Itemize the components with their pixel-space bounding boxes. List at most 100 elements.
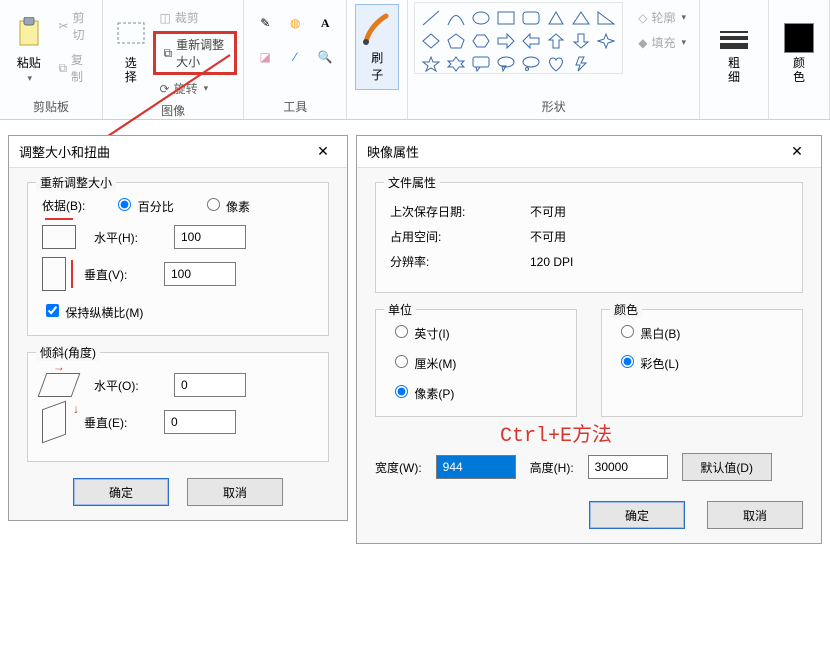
skew-vertical-input[interactable] [164,410,236,434]
percent-radio[interactable]: 百分比 [113,195,173,215]
fill-button[interactable]: ◆填充▾ [631,31,693,54]
cancel-button[interactable]: 取消 [707,501,803,529]
paste-button[interactable]: 粘贴▾ [8,4,49,90]
shape-roundrect[interactable] [519,7,543,29]
skew-vertical-icon [42,401,66,444]
pixels-radio[interactable]: 像素(P) [390,382,562,402]
width-input[interactable] [436,455,516,479]
color-swatch [784,23,814,53]
default-button[interactable]: 默认值(D) [682,453,772,481]
pixels-radio[interactable]: 像素 [202,195,250,215]
skew-horizontal-icon [38,373,81,397]
basis-label: 依据(B): [42,197,85,214]
skew-horizontal-input[interactable] [174,373,246,397]
fill-tool[interactable]: ◍ [284,12,306,34]
thickness-icon [715,27,753,53]
ok-button[interactable]: 确定 [73,478,169,506]
shape-star5[interactable] [419,53,443,74]
file-props-fieldset: 文件属性 上次保存日期:不可用 占用空间:不可用 分辨率:120 DPI [375,182,803,293]
width-label: 宽度(W): [375,459,422,476]
thickness-button[interactable]: 粗 细 [708,4,760,90]
shape-pentagon[interactable] [444,30,468,52]
aspect-checkbox[interactable]: 保持纵横比(M) [42,301,143,321]
chevron-down-icon: ▾ [204,83,209,94]
shape-oval[interactable] [469,7,493,29]
height-label: 高度(H): [530,459,574,476]
copy-button[interactable]: ⧉复制 [51,48,96,88]
shape-star6[interactable] [444,53,468,74]
picker-tool[interactable]: ⁄ [284,46,306,68]
shape-callout-rect[interactable] [469,53,493,74]
color1-button[interactable]: 颜 色 [777,4,821,90]
resolution-value: 120 DPI [530,255,573,269]
pencil-tool[interactable]: ✎ [254,12,276,34]
eraser-tool[interactable]: ◪ [254,46,276,68]
shape-curve[interactable] [444,7,468,29]
select-button[interactable]: 选 择 [111,4,150,90]
inches-radio[interactable]: 英寸(I) [390,322,562,342]
group-label-image: 图像 [109,100,237,123]
ribbon-group-shapes: ◇轮廓▾ ◆填充▾ 形状 [408,0,700,119]
select-label: 选 择 [125,57,137,85]
shape-line[interactable] [419,7,443,29]
height-input[interactable] [588,455,668,479]
cut-button[interactable]: ✂剪切 [51,6,96,46]
shape-callout-oval[interactable] [494,53,518,74]
color-label: 颜 色 [793,57,805,85]
cancel-button[interactable]: 取消 [187,478,283,506]
close-button[interactable]: ✕ [783,143,811,160]
brushes-button[interactable]: 刷 子 [355,4,399,90]
resize-button[interactable]: ⧉重新调整大小 [153,31,238,75]
zoom-tool[interactable]: 🔍 [314,46,336,68]
shape-polygon[interactable] [544,7,568,29]
dialog-title: 调整大小和扭曲 [19,142,110,161]
paste-label: 粘贴 [17,56,41,70]
vertical-input[interactable] [164,262,236,286]
disk-size-value: 不可用 [530,228,566,245]
horizontal-resize-icon [42,225,76,249]
outline-button[interactable]: ◇轮廓▾ [631,6,693,29]
skew-legend: 倾斜(角度) [36,344,100,361]
bw-radio[interactable]: 黑白(B) [616,322,788,342]
fill-icon: ◆ [638,36,647,50]
copy-icon: ⧉ [58,61,67,76]
shape-callout-cloud[interactable] [519,53,543,74]
group-label-clipboard: 剪贴板 [6,96,96,119]
shape-hexagon[interactable] [469,30,493,52]
shape-bolt[interactable] [569,53,593,74]
cut-label: 剪切 [73,9,90,43]
vertical-label: 垂直(V): [84,266,154,283]
shape-heart[interactable] [544,53,568,74]
last-saved-value: 不可用 [530,203,566,220]
shape-diamond[interactable] [419,30,443,52]
crop-icon: ◫ [160,11,171,25]
rotate-button[interactable]: ⟳旋转▾ [153,77,238,100]
chevron-down-icon: ▾ [681,12,686,23]
close-button[interactable]: ✕ [309,143,337,160]
paste-icon [13,13,45,53]
shape-arrow-d[interactable] [569,30,593,52]
shape-triangle[interactable] [569,7,593,29]
file-props-legend: 文件属性 [384,174,440,191]
shapes-gallery[interactable] [414,2,623,74]
ok-button[interactable]: 确定 [589,501,685,529]
shape-arrow-r[interactable] [494,30,518,52]
fill-label: 填充 [651,34,675,51]
shape-star4[interactable] [594,30,618,52]
shape-rect[interactable] [494,7,518,29]
skew-fieldset: 倾斜(角度) 水平(O): 垂直(E): [27,352,329,462]
crop-button[interactable]: ◫裁剪 [153,6,238,29]
shape-right-tri[interactable] [594,7,618,29]
pixels-label: 像素 [226,200,250,214]
text-tool[interactable]: A [314,12,336,34]
color-radio[interactable]: 彩色(L) [616,352,788,372]
skew-vertical-label: 垂直(E): [84,414,154,431]
shape-arrow-l[interactable] [519,30,543,52]
brush-icon [362,12,392,49]
group-label-brushes [353,99,401,119]
select-icon [115,13,147,53]
horizontal-input[interactable] [174,225,246,249]
shape-arrow-u[interactable] [544,30,568,52]
cm-radio[interactable]: 厘米(M) [390,352,562,372]
units-legend: 单位 [384,301,416,318]
